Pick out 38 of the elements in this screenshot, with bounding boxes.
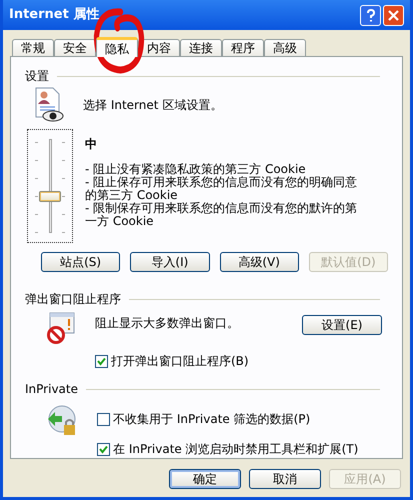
slider-thumb[interactable] — [39, 191, 61, 202]
group-heading: 弹出窗口阻止程序 — [25, 291, 121, 308]
help-button[interactable] — [360, 4, 381, 26]
tab[interactable]: 程序 — [222, 39, 264, 56]
help-icon — [366, 8, 376, 22]
dialog-button[interactable]: 高级(V) — [220, 252, 299, 272]
dialog-button[interactable]: 确定 — [169, 469, 241, 489]
tab[interactable]: 高级 — [264, 39, 306, 56]
check-icon — [97, 356, 106, 366]
checkbox-label: 在 InPrivate 浏览启动时禁用工具栏和扩展(T) — [113, 441, 358, 458]
privacy-slider[interactable] — [27, 129, 73, 243]
checkbox-label: 打开弹出窗口阻止程序(B) — [111, 353, 249, 370]
policy-description-line: - 阻止保存可用来联系您的信息而没有您的明确同意的第三方 Cookie — [85, 176, 358, 202]
dialog-button[interactable]: 设置(E) — [302, 315, 382, 335]
checkbox[interactable] — [97, 442, 110, 456]
close-icon — [388, 10, 399, 20]
intro-text: 选择 Internet 区域设置。 — [83, 97, 222, 114]
privacy-document-icon — [33, 87, 65, 123]
popup-blocker-text: 阻止显示大多数弹出窗口。 — [95, 315, 240, 332]
dialog-button[interactable]: 导入(I) — [130, 252, 210, 272]
group-heading: 设置 — [25, 68, 49, 85]
checkbox[interactable] — [97, 412, 110, 426]
tab[interactable]: 连接 — [180, 39, 222, 56]
policy-description-line: - 阻止没有紧凑隐私政策的第三方 Cookie — [85, 163, 307, 176]
checkbox-label: 不收集用于 InPrivate 筛选的数据(P) — [113, 411, 310, 428]
privacy-level-name: 中 — [85, 136, 98, 153]
tab[interactable]: 安全 — [54, 39, 96, 56]
tab[interactable]: 隐私 — [96, 37, 138, 57]
dialog-button[interactable]: 站点(S) — [41, 252, 120, 272]
blocked-popup-icon — [45, 312, 77, 344]
window-title: Internet 属性 — [9, 6, 100, 24]
close-button[interactable] — [383, 4, 404, 26]
check-icon — [99, 444, 108, 454]
dialog-button[interactable]: 取消 — [249, 469, 321, 489]
checkbox[interactable] — [95, 354, 108, 368]
tab[interactable]: 常规 — [12, 39, 54, 56]
group-heading: InPrivate — [25, 381, 78, 398]
policy-description-line: - 限制保存可用来联系您的信息而没有您的默许的第一方 Cookie — [85, 202, 358, 228]
